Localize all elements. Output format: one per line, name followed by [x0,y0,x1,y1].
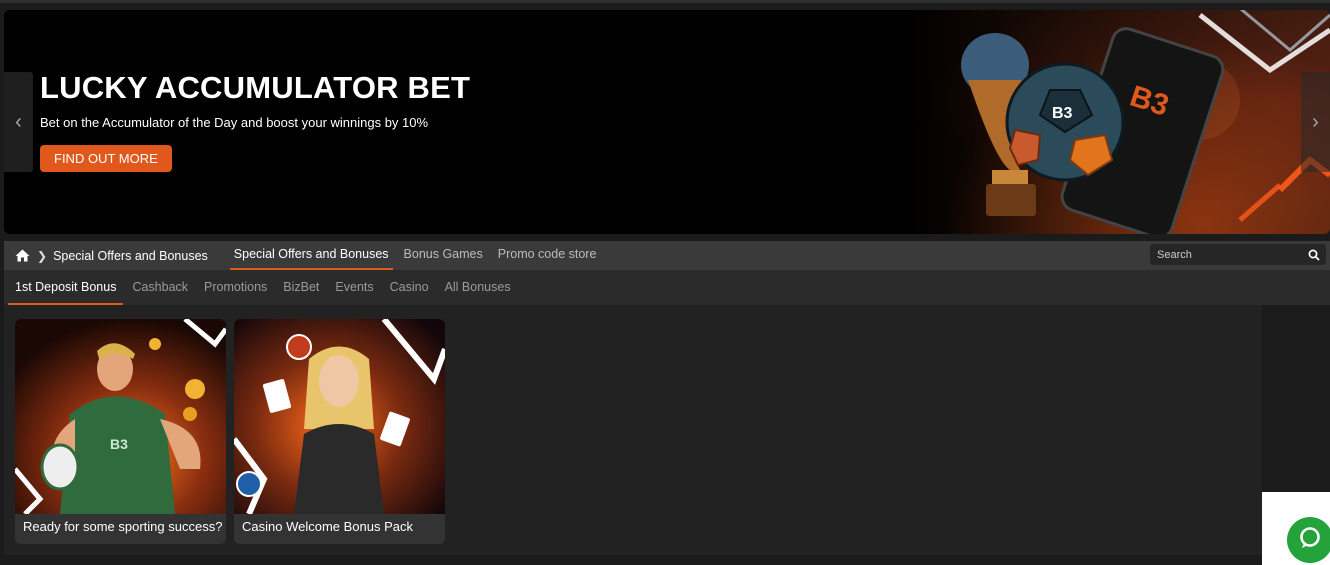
tab-casino[interactable]: Casino [383,270,436,305]
promo-banner[interactable]: B3 B3 ‹ › LUCKY ACCUMULATOR BET Bet on t… [4,10,1330,234]
tab-all-bonuses[interactable]: All Bonuses [438,270,518,305]
chevron-right-icon: › [1312,110,1319,133]
banner-next-button[interactable]: › [1301,72,1330,172]
card-caption: Casino Welcome Bonus Pack [242,519,414,534]
banner-prev-button[interactable]: ‹ [4,72,33,172]
casino-woman-image [234,319,445,516]
svg-text:B3: B3 [110,436,128,452]
chevron-right-icon: ❯ [37,248,48,263]
section-navbar: ❯ Special Offers and Bonuses Special Off… [4,241,1330,270]
tab-special-offers[interactable]: Special Offers and Bonuses [229,241,393,270]
chevron-left-icon: ‹ [15,110,22,133]
search-box [1150,244,1326,265]
chat-button[interactable] [1287,517,1330,563]
home-icon[interactable] [15,249,30,262]
chat-widget-panel [1262,492,1330,565]
bonus-cards-area: B3 Ready for some sporting success? Casi… [4,305,1262,555]
tab-bonus-games[interactable]: Bonus Games [400,241,487,270]
banner-subtitle: Bet on the Accumulator of the Day and bo… [40,115,429,130]
tab-1st-deposit-bonus[interactable]: 1st Deposit Bonus [8,270,124,305]
tab-events[interactable]: Events [328,270,380,305]
tab-bizbet[interactable]: BizBet [276,270,326,305]
svg-text:B3: B3 [1052,105,1073,122]
chat-bubble-icon [1298,526,1322,555]
bonus-category-tabs: 1st Deposit Bonus Cashback Promotions Bi… [4,270,1330,305]
banner-title: LUCKY ACCUMULATOR BET [40,70,471,105]
search-icon[interactable] [1308,248,1320,266]
top-strip [0,0,1330,3]
banner-artwork: B3 B3 [900,10,1330,234]
rugby-player-image: B3 [15,319,226,516]
bonus-card-sporting[interactable]: B3 Ready for some sporting success? [15,319,226,544]
search-input[interactable] [1150,247,1309,262]
bonus-card-casino[interactable]: Casino Welcome Bonus Pack [234,319,445,544]
breadcrumb-current[interactable]: Special Offers and Bonuses [53,249,208,263]
nav-tabs: Special Offers and Bonuses Bonus Games P… [229,241,601,270]
tab-promotions[interactable]: Promotions [197,270,274,305]
tab-cashback[interactable]: Cashback [125,270,195,305]
find-out-more-button[interactable]: FIND OUT MORE [40,145,172,172]
card-caption: Ready for some sporting success? [23,519,223,534]
tab-promo-code-store[interactable]: Promo code store [494,241,601,270]
